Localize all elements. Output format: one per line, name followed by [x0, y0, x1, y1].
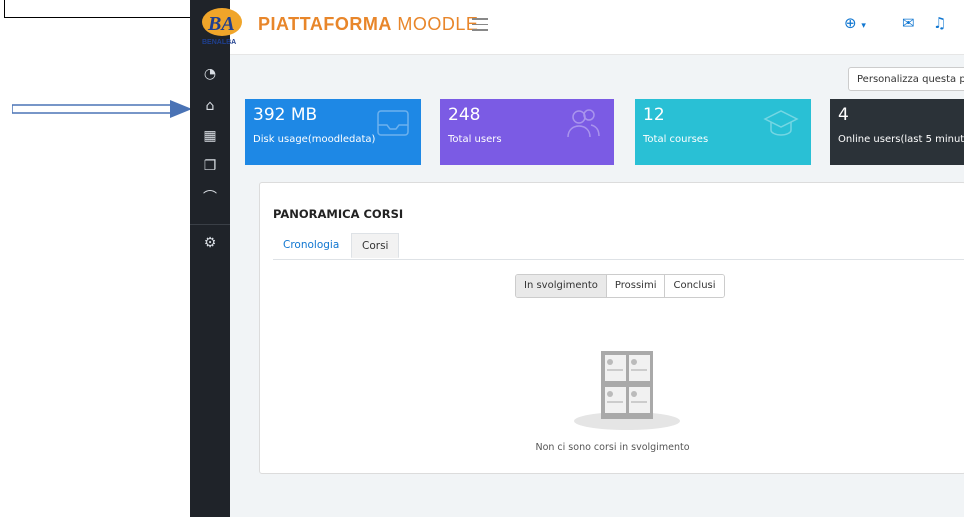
- graduation-cap-icon: [763, 110, 799, 136]
- card-value: 392 MB: [253, 105, 318, 125]
- card-value: 12: [643, 105, 665, 125]
- calendar-icon[interactable]: ▦: [200, 126, 220, 146]
- no-courses-illustration: [574, 351, 680, 430]
- filter-in-progress[interactable]: In svolgimento: [516, 275, 607, 297]
- language-icon[interactable]: ⊕ ▾: [844, 14, 866, 32]
- card-label: Total users: [448, 134, 502, 145]
- brand-bold-text: PIATTAFORMA: [258, 14, 392, 34]
- courses-icon[interactable]: ⌒: [200, 188, 220, 208]
- inbox-icon: [377, 110, 409, 136]
- notifications-icon[interactable]: ♫: [933, 14, 946, 32]
- total-users-card: 248 Total users: [440, 99, 614, 165]
- users-icon: [567, 109, 600, 138]
- files-icon[interactable]: ❐: [200, 156, 220, 176]
- filter-past[interactable]: Conclusi: [665, 275, 724, 297]
- card-label: Online users(last 5 minut: [838, 134, 964, 145]
- brand-light-text: MOODLE: [397, 14, 479, 34]
- svg-text:BA: BA: [207, 13, 235, 35]
- disk-usage-card: 392 MB Disk usage(moodledata): [245, 99, 421, 165]
- tab-bar: Cronologia Corsi: [273, 233, 964, 260]
- annotation-arrow: [12, 100, 192, 118]
- filter-future[interactable]: Prossimi: [606, 275, 666, 297]
- course-overview-panel: PANORAMICA CORSI Cronologia Corsi In svo…: [259, 182, 964, 474]
- home-icon[interactable]: ⌂: [200, 96, 220, 116]
- site-brand[interactable]: PIATTAFORMA MOODLE: [258, 14, 478, 35]
- customize-page-button[interactable]: Personalizza questa p: [848, 67, 964, 91]
- tab-cronologia[interactable]: Cronologia: [273, 233, 349, 258]
- sidebar-divider: [190, 224, 230, 225]
- card-value: 4: [838, 105, 849, 125]
- svg-text:BENALBA: BENALBA: [202, 39, 236, 46]
- main-content: Personalizza questa p 392 MB Disk usage(…: [230, 55, 964, 517]
- sidebar-nav: ◔ ⌂ ▦ ❐ ⌒ ⚙: [190, 0, 230, 517]
- top-navbar: BA BENALBA PIATTAFORMA MOODLE ⊕ ▾ ✉ ♫: [202, 0, 964, 55]
- total-courses-card: 12 Total courses: [635, 99, 811, 165]
- empty-state-message: Non ci sono corsi in svolgimento: [535, 442, 690, 453]
- dashboard-icon[interactable]: ◔: [200, 64, 220, 84]
- online-users-card: 4 Online users(last 5 minut: [830, 99, 964, 165]
- messages-icon[interactable]: ✉: [902, 14, 915, 32]
- course-filter-group: In svolgimento Prossimi Conclusi: [515, 274, 725, 298]
- benalba-logo[interactable]: BA BENALBA: [200, 6, 244, 46]
- panel-title: PANORAMICA CORSI: [273, 207, 404, 221]
- tab-corsi[interactable]: Corsi: [351, 233, 400, 258]
- menu-toggle-icon[interactable]: [472, 18, 488, 32]
- card-label: Disk usage(moodledata): [253, 134, 376, 145]
- card-label: Total courses: [643, 134, 709, 145]
- card-value: 248: [448, 105, 481, 125]
- settings-icon[interactable]: ⚙: [200, 233, 220, 253]
